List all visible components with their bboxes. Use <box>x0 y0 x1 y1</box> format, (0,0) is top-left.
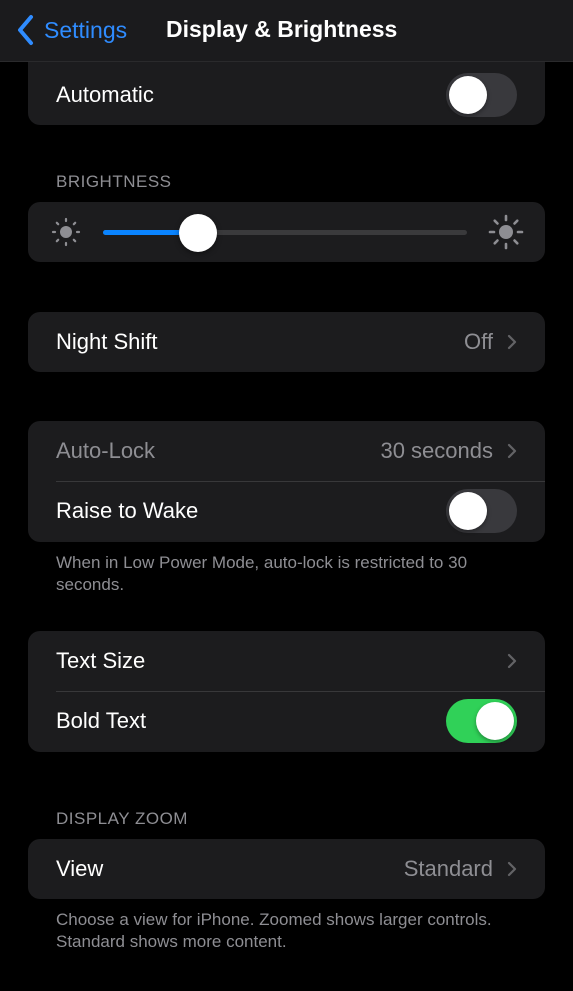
brightness-group <box>28 202 545 262</box>
chevron-right-icon <box>507 653 517 669</box>
display-zoom-header: DISPLAY ZOOM <box>56 809 188 828</box>
night-shift-label: Night Shift <box>56 329 158 354</box>
text-group: Text Size Bold Text <box>28 631 545 752</box>
chevron-right-icon <box>507 334 517 350</box>
display-zoom-group: View Standard <box>28 839 545 899</box>
automatic-label: Automatic <box>56 82 154 107</box>
night-shift-row[interactable]: Night Shift Off <box>28 312 545 372</box>
view-value: Standard <box>403 856 493 881</box>
brightness-header: BRIGHTNESS <box>56 172 172 191</box>
automatic-toggle[interactable] <box>446 73 517 117</box>
bold-text-label: Bold Text <box>56 708 147 733</box>
sun-large-icon <box>488 214 524 250</box>
sun-small-icon <box>51 217 81 247</box>
auto-lock-footnote: When in Low Power Mode, auto-lock is res… <box>56 553 468 594</box>
view-label: View <box>56 856 104 881</box>
text-size-label: Text Size <box>56 648 146 673</box>
page-title: Display & Brightness <box>166 16 398 42</box>
auto-lock-value: 30 seconds <box>380 438 493 463</box>
chevron-right-icon <box>507 443 517 459</box>
raise-to-wake-row: Raise to Wake <box>28 481 545 541</box>
auto-lock-row[interactable]: Auto-Lock 30 seconds <box>28 421 545 481</box>
brightness-slider-thumb[interactable] <box>178 214 217 252</box>
auto-lock-label: Auto-Lock <box>56 438 156 463</box>
raise-to-wake-toggle[interactable] <box>446 489 517 533</box>
chevron-right-icon <box>507 861 517 877</box>
bold-text-toggle[interactable] <box>446 699 517 743</box>
raise-to-wake-label: Raise to Wake <box>56 498 199 523</box>
bold-text-row: Bold Text <box>28 691 545 751</box>
chevron-left-icon <box>18 15 33 45</box>
text-size-row[interactable]: Text Size <box>28 631 545 691</box>
display-brightness-screen: Settings Display & Brightness Automatic … <box>0 0 573 991</box>
view-row[interactable]: View Standard <box>28 839 545 899</box>
brightness-slider-row <box>28 202 545 262</box>
night-shift-value: Off <box>464 329 493 354</box>
toggle-knob <box>449 76 487 114</box>
night-shift-group: Night Shift Off <box>28 312 545 372</box>
lock-group: Auto-Lock 30 seconds Raise to Wake <box>28 421 545 542</box>
navigation-bar: Settings Display & Brightness <box>0 0 573 62</box>
brightness-slider[interactable] <box>103 214 467 252</box>
display-zoom-footnote: Choose a view for iPhone. Zoomed shows l… <box>56 910 492 951</box>
toggle-knob <box>476 702 514 740</box>
back-button[interactable]: Settings <box>14 12 127 48</box>
toggle-knob <box>449 492 487 530</box>
back-button-label: Settings <box>44 16 128 43</box>
